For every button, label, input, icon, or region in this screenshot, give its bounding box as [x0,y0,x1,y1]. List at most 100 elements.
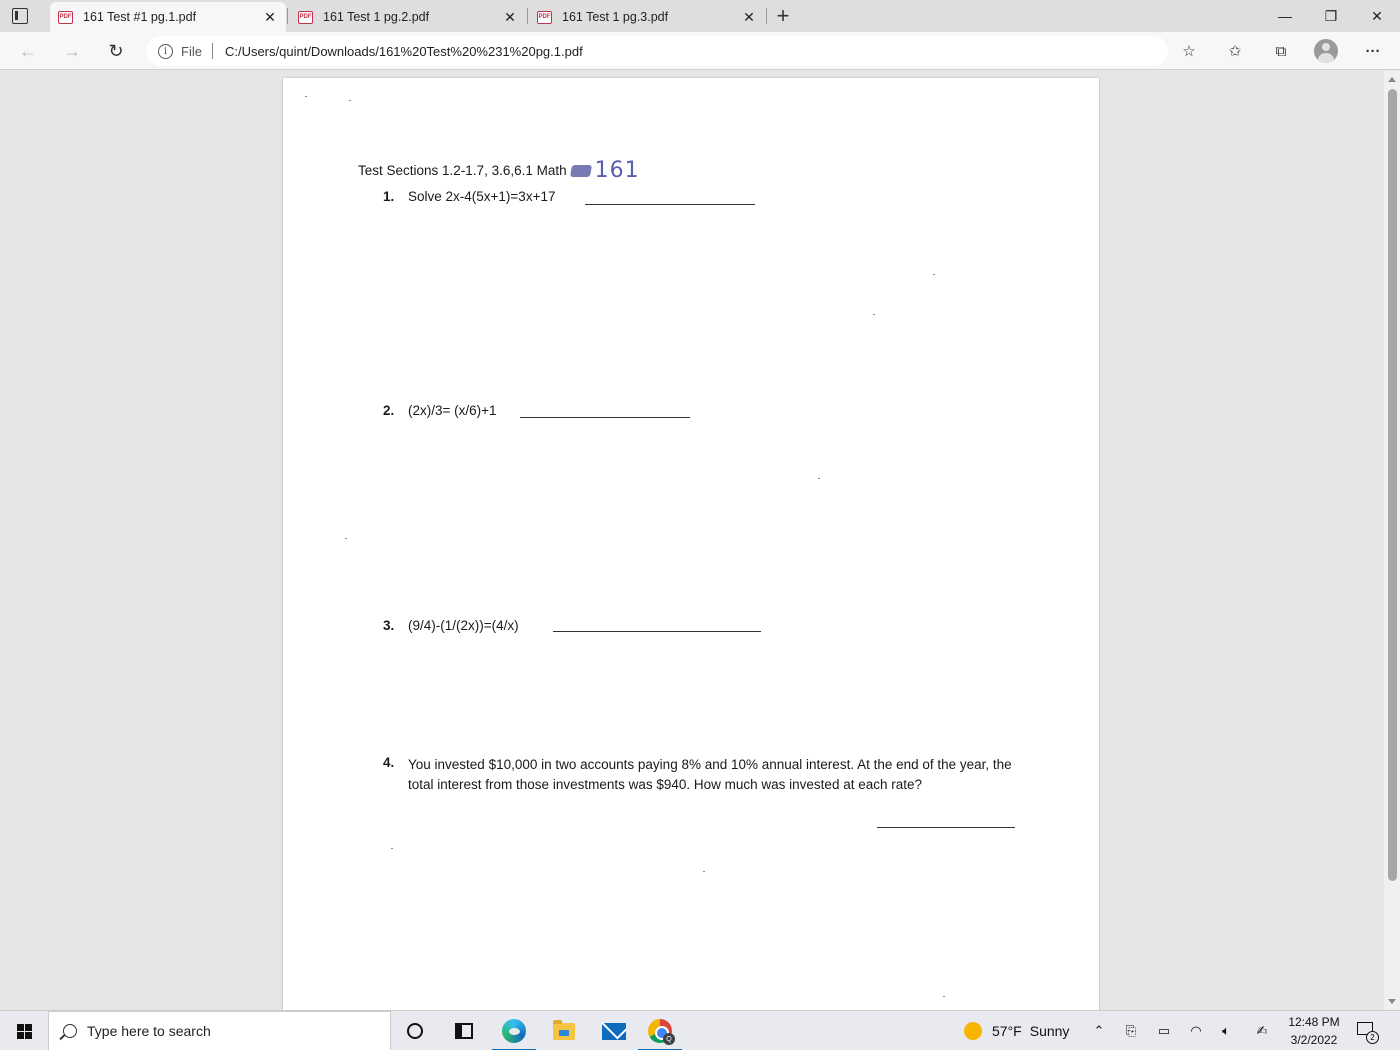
tab-separator [287,8,288,24]
weather-temp: 57°F [992,1023,1022,1039]
cortana-button[interactable] [391,1011,439,1050]
windows-logo-icon [16,1023,32,1039]
heading-text: Test Sections 1.2-1.7, 3.6,6.1 Math [358,163,567,178]
edge-icon [502,1019,526,1043]
question-1: 1. Solve 2x-4(5x+1)=3x+17 [383,189,555,204]
question-number: 2. [383,403,395,418]
scan-speck [818,478,820,479]
question-3: 3. (9/4)-(1/(2x))=(4/x) [383,618,519,633]
mail-icon [602,1022,626,1040]
tab-separator [766,8,767,24]
close-window-button[interactable]: ✕ [1354,0,1400,32]
crossed-out-text: 261 [569,164,592,177]
scroll-down-icon[interactable] [1388,999,1396,1004]
question-text: (9/4)-(1/(2x))=(4/x) [408,618,519,633]
tab-title: 161 Test 1 pg.2.pdf [323,10,430,24]
mail-button[interactable] [590,1011,638,1050]
question-text: Solve 2x-4(5x+1)=3x+17 [408,189,556,204]
start-button[interactable] [0,1011,48,1050]
taskbar: Type here to search Q 57°F Sunny ⌃ ⎘ ▭ ◠… [0,1010,1400,1050]
sun-icon [964,1022,982,1040]
meet-now-icon[interactable]: ⎘ [1121,1011,1141,1050]
close-tab-icon[interactable]: ✕ [262,9,278,25]
pdf-viewer: Test Sections 1.2-1.7, 3.6,6.1 Math 261 … [0,71,1400,1010]
close-tab-icon[interactable]: ✕ [741,9,757,25]
pdf-icon: PDF [537,10,552,24]
scan-speck [349,100,351,101]
task-view-icon [455,1023,473,1039]
address-scheme: File [181,43,202,59]
wifi-icon[interactable]: ◠ [1186,1011,1206,1050]
tab-2[interactable]: PDF 161 Test 1 pg.2.pdf ✕ [290,2,526,32]
restore-button[interactable]: ❐ [1308,0,1354,32]
battery-icon[interactable]: ▭ [1154,1011,1174,1050]
document-heading: Test Sections 1.2-1.7, 3.6,6.1 Math 261 … [358,158,640,183]
chrome-taskbar-button[interactable]: Q [636,1011,684,1050]
pdf-icon: PDF [298,10,313,24]
refresh-icon[interactable]: ↻ [102,37,130,65]
scan-speck [873,314,875,315]
scrollbar-thumb[interactable] [1388,89,1397,881]
add-favorite-icon[interactable]: ☆ [1176,38,1202,64]
edge-taskbar-button[interactable] [490,1011,538,1050]
scan-speck [703,871,705,872]
scan-speck [345,538,347,539]
folder-icon [553,1019,575,1040]
question-number: 4. [383,755,395,770]
answer-line [877,827,1015,828]
tab-strip: PDF 161 Test #1 pg.1.pdf ✕ PDF 161 Test … [0,0,1400,32]
answer-line [585,204,755,205]
pdf-icon: PDF [58,10,73,24]
question-4: 4. You invested $10,000 in two accounts … [383,755,1023,795]
show-hidden-icons-icon[interactable]: ⌃ [1090,1011,1108,1050]
file-explorer-button[interactable] [540,1011,588,1050]
search-placeholder: Type here to search [87,1023,211,1039]
tab-3[interactable]: PDF 161 Test 1 pg.3.pdf ✕ [529,2,765,32]
tab-title: 161 Test #1 pg.1.pdf [83,10,197,24]
profile-avatar[interactable] [1314,39,1338,63]
pen-icon[interactable]: ✍︎ [1252,1011,1272,1050]
favorites-icon[interactable]: ✩ [1222,38,1248,64]
minimize-button[interactable]: — [1262,0,1308,32]
handwritten-course-number: 161 [594,158,640,183]
clock-time: 12:48 PM [1288,1015,1340,1029]
search-icon [63,1024,77,1038]
info-icon[interactable]: i [158,43,173,59]
close-tab-icon[interactable]: ✕ [502,9,518,25]
question-text: (2x)/3= (x/6)+1 [408,403,497,418]
back-icon[interactable]: ← [14,37,42,65]
task-view-button[interactable] [440,1011,488,1050]
answer-line [520,417,690,418]
more-icon[interactable]: ··· [1360,38,1386,64]
question-text: You invested $10,000 in two accounts pay… [408,757,1012,792]
address-separator [211,43,213,59]
taskbar-search[interactable]: Type here to search [48,1011,391,1050]
scan-speck [943,996,945,997]
system-clock[interactable]: 12:48 PM 3/2/2022 [1282,1013,1346,1049]
forward-icon[interactable]: → [58,37,86,65]
tab-1[interactable]: PDF 161 Test #1 pg.1.pdf ✕ [50,2,286,32]
clock-date: 3/2/2022 [1290,1033,1338,1047]
scan-speck [391,848,393,849]
weather-widget[interactable]: 57°F Sunny [964,1011,1069,1050]
scroll-up-icon[interactable] [1388,77,1396,82]
notification-center-button[interactable]: 2 [1354,1019,1379,1044]
question-2: 2. (2x)/3= (x/6)+1 [383,403,497,418]
weather-condition: Sunny [1029,1023,1070,1039]
vertical-scrollbar[interactable] [1384,71,1400,1010]
new-tab-button[interactable]: + [772,3,794,28]
scan-speck [305,96,307,97]
collections-icon[interactable]: ⧉ [1268,38,1294,64]
volume-icon[interactable]: 🔈︎ [1216,1011,1236,1050]
scan-speck [933,274,935,275]
address-url[interactable]: C:/Users/quint/Downloads/161%20Test%20%2… [225,44,583,59]
profile-badge-icon: Q [663,1033,675,1045]
pdf-page: Test Sections 1.2-1.7, 3.6,6.1 Math 261 … [283,78,1099,1010]
question-number: 1. [383,189,395,204]
tab-title: 161 Test 1 pg.3.pdf [562,10,669,24]
address-bar[interactable]: i File C:/Users/quint/Downloads/161%20Te… [146,36,1168,66]
notification-count: 2 [1366,1031,1379,1044]
answer-line [553,631,761,632]
browser-toolbar: ← → ↻ i File C:/Users/quint/Downloads/16… [0,32,1400,70]
tab-actions-icon[interactable] [12,8,28,24]
